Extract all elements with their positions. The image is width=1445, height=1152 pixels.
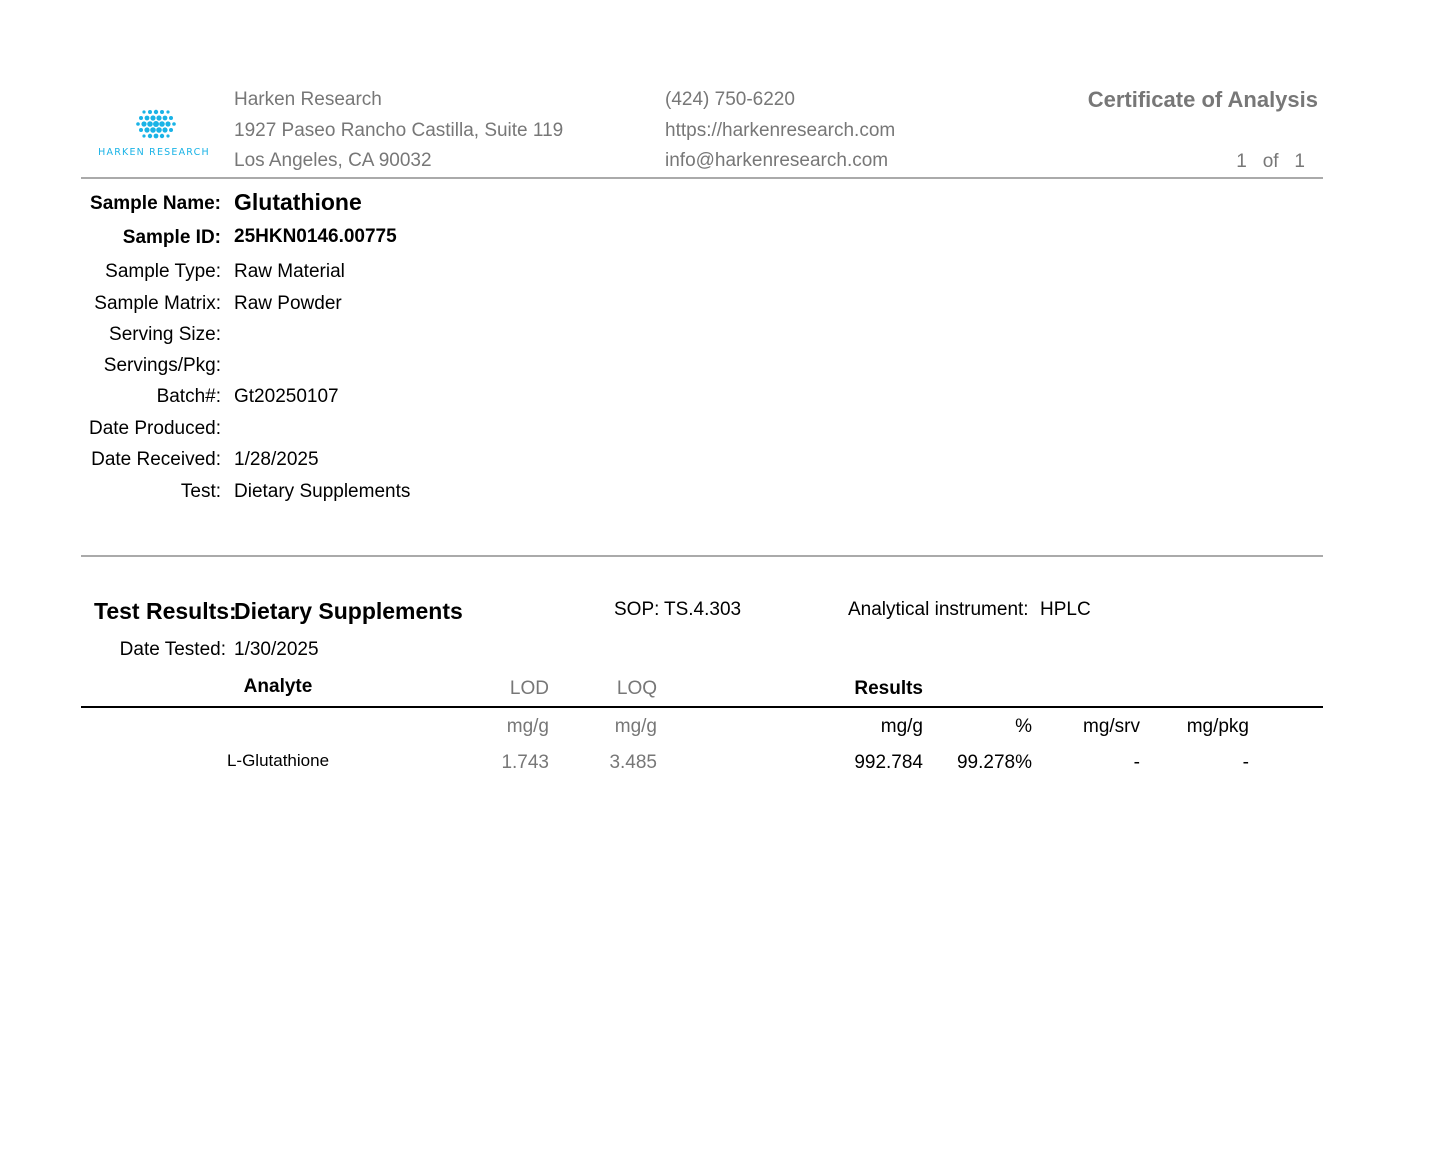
unit-result-mg-per-g: mg/g xyxy=(880,716,923,737)
logo-dot xyxy=(139,128,143,132)
logo-dot xyxy=(169,116,173,120)
logo-dot xyxy=(159,133,165,139)
page-total: 1 xyxy=(1294,151,1305,172)
date-received-value: 1/28/2025 xyxy=(234,449,319,470)
sample-name-label: Sample Name: xyxy=(90,193,221,214)
column-header-results: Results xyxy=(854,678,923,699)
test-label: Test: xyxy=(180,481,221,502)
lab-address-line1: 1927 Paseo Rancho Castilla, Suite 119 xyxy=(234,120,564,141)
logo-dot xyxy=(156,115,162,121)
logo-dot xyxy=(144,115,150,121)
test-results-heading: Dietary Supplements xyxy=(234,598,463,624)
sample-id-value: 25HKN0146.00775 xyxy=(234,226,397,247)
page-of: of xyxy=(1262,151,1279,172)
date-received-label: Date Received: xyxy=(91,449,221,470)
logo-dot xyxy=(148,110,152,114)
instrument-value: HPLC xyxy=(1040,599,1091,620)
dots-logo-icon: HARKEN RESEARCH xyxy=(98,109,210,158)
lab-phone: (424) 750-6220 xyxy=(665,89,795,110)
sample-type-value: Raw Material xyxy=(234,261,345,282)
lab-name: Harken Research xyxy=(234,89,382,110)
serving-size-label: Serving Size: xyxy=(109,324,221,345)
sample-id-label: Sample ID: xyxy=(122,227,221,248)
logo-dot xyxy=(160,110,164,114)
sample-matrix-label: Sample Matrix: xyxy=(94,293,221,314)
logo-dot xyxy=(162,127,168,133)
page-indicator: 1 of 1 xyxy=(1236,151,1305,173)
sop-label: SOP: xyxy=(614,599,660,620)
logo-dot xyxy=(150,115,156,121)
column-header-lod: LOD xyxy=(509,678,549,699)
result-mg-per-g: 992.784 xyxy=(854,752,923,773)
logo-dot xyxy=(139,116,143,120)
logo-dot xyxy=(144,127,150,133)
harken-research-logo: HARKEN RESEARCH xyxy=(80,108,230,160)
batch-label: Batch#: xyxy=(156,386,221,407)
sample-matrix-value: Raw Powder xyxy=(234,293,342,314)
logo-dot xyxy=(141,121,147,127)
date-tested-value: 1/30/2025 xyxy=(234,639,319,660)
unit-result-mg-per-pkg: mg/pkg xyxy=(1186,716,1249,737)
instrument-label: Analytical instrument: xyxy=(848,599,1029,620)
analyte-name: L-Glutathione xyxy=(226,751,330,770)
logo-dot xyxy=(147,121,153,127)
logo-dot xyxy=(136,122,140,126)
logo-dot xyxy=(150,127,156,133)
header-divider xyxy=(81,177,1323,179)
logo-dot xyxy=(162,115,168,121)
sample-type-label: Sample Type: xyxy=(105,261,221,282)
logo-dot xyxy=(172,122,176,126)
unit-result-percent: % xyxy=(1015,716,1032,737)
logo-dot xyxy=(166,134,170,138)
lod-value: 1.743 xyxy=(501,752,549,773)
test-value: Dietary Supplements xyxy=(234,481,411,502)
test-results-label: Test Results: xyxy=(94,598,237,624)
logo-dot xyxy=(142,134,146,138)
date-tested-label: Date Tested: xyxy=(119,639,226,660)
page-current: 1 xyxy=(1236,151,1247,172)
unit-loq: mg/g xyxy=(614,716,657,737)
logo-dot xyxy=(147,133,153,139)
logo-dot xyxy=(166,110,170,114)
unit-result-mg-per-srv: mg/srv xyxy=(1083,716,1140,737)
loq-value: 3.485 xyxy=(609,752,657,773)
lab-website-link[interactable]: https://harkenresearch.com xyxy=(665,120,895,142)
table-header-rule xyxy=(81,706,1323,708)
logo-wordmark: HARKEN RESEARCH xyxy=(98,147,210,158)
column-header-analyte: Analyte xyxy=(243,676,313,697)
unit-lod: mg/g xyxy=(506,716,549,737)
result-mg-per-srv: - xyxy=(1133,752,1140,773)
logo-dot xyxy=(153,109,159,115)
result-mg-per-pkg: - xyxy=(1242,752,1249,773)
lab-email-link[interactable]: info@harkenresearch.com xyxy=(665,150,888,172)
logo-dot xyxy=(156,127,162,133)
date-produced-label: Date Produced: xyxy=(88,418,221,439)
result-percent: 99.278% xyxy=(956,752,1032,773)
logo-dot xyxy=(159,121,165,127)
batch-value: Gt20250107 xyxy=(234,386,339,407)
logo-dot xyxy=(153,121,159,127)
lab-address-line2: Los Angeles, CA 90032 xyxy=(234,150,432,171)
document-title: Certificate of Analysis xyxy=(1087,87,1318,112)
logo-dot xyxy=(142,110,146,114)
column-header-loq: LOQ xyxy=(616,678,657,699)
logo-dot xyxy=(165,121,171,127)
servings-per-pkg-label: Servings/Pkg: xyxy=(103,355,221,376)
logo-dot xyxy=(169,128,173,132)
logo-dot xyxy=(153,133,159,139)
section-divider xyxy=(81,555,1323,557)
sample-name-value: Glutathione xyxy=(234,189,362,215)
sop-value: TS.4.303 xyxy=(664,599,742,620)
